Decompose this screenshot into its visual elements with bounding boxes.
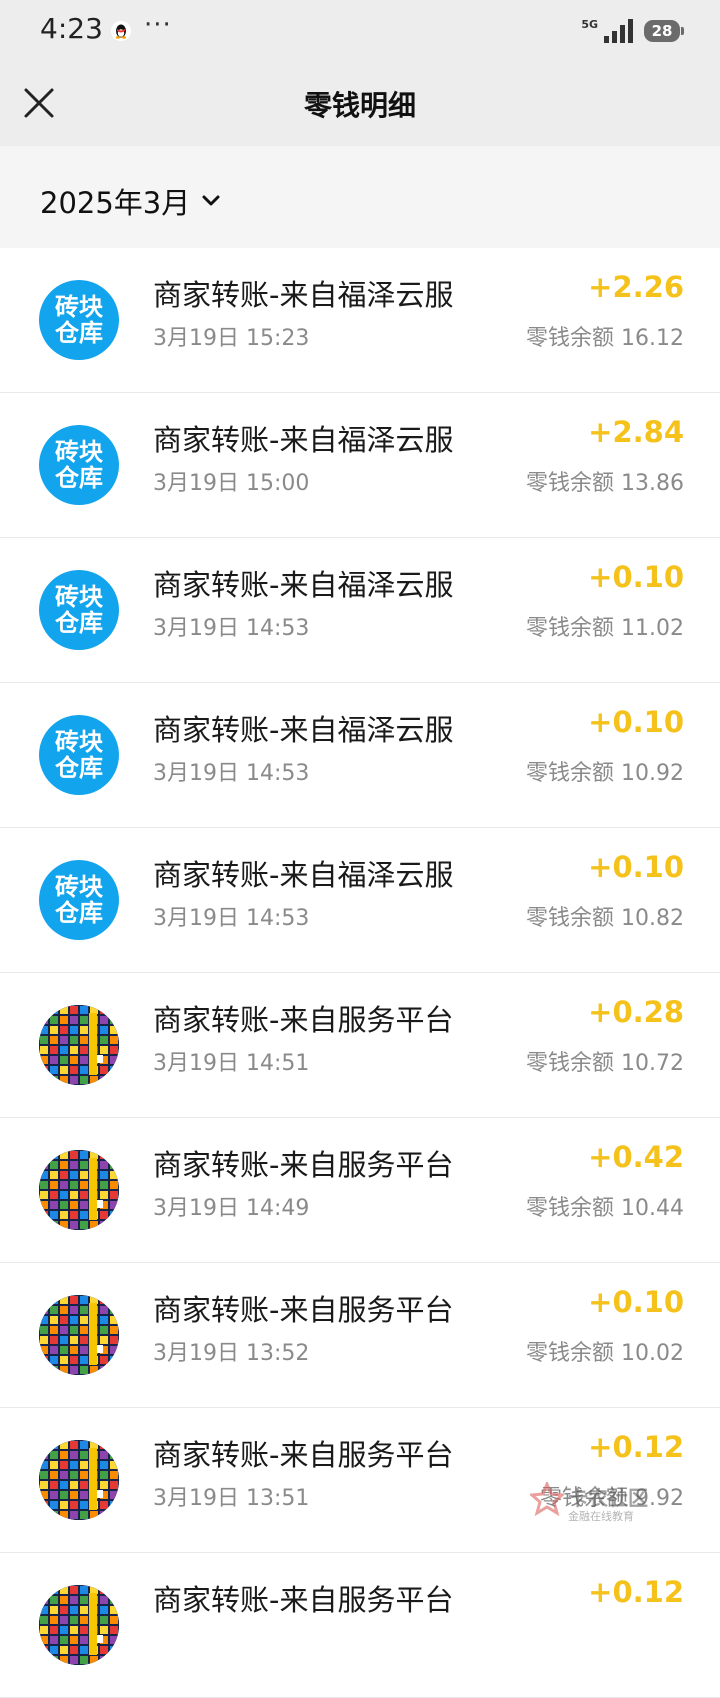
transaction-row[interactable]: 商家转账-来自服务平台 +0.12	[0, 1553, 720, 1698]
merchant-avatar-game	[39, 1295, 119, 1375]
transaction-time: 3月19日 13:52	[153, 1341, 310, 1366]
game-avatar-art	[39, 1585, 119, 1665]
transaction-amount: +0.10	[588, 560, 684, 594]
transaction-row[interactable]: 商家转账-来自服务平台 3月19日 14:49 +0.42 零钱余额 10.44	[0, 1118, 720, 1263]
more-notifications-indicator: ···	[144, 10, 172, 40]
avatar-text: 砖块	[55, 873, 103, 901]
merchant-avatar-brick: 砖块 仓库	[39, 860, 119, 940]
transaction-title: 商家转账-来自福泽云服	[153, 423, 454, 457]
watermark-subtitle: 金融在线教育	[568, 1510, 634, 1523]
transaction-title: 商家转账-来自服务平台	[153, 1003, 454, 1037]
merchant-avatar-game	[39, 1440, 119, 1520]
watermark-title: 卡农社区	[568, 1486, 648, 1510]
transaction-balance: 零钱余额 11.02	[526, 616, 684, 641]
transaction-title: 商家转账-来自福泽云服	[153, 568, 454, 602]
avatar-text: 仓库	[55, 464, 103, 492]
merchant-avatar-game	[39, 1005, 119, 1085]
transaction-time: 3月19日 13:51	[153, 1486, 310, 1511]
avatar-text: 仓库	[55, 899, 103, 927]
game-avatar-art	[39, 1440, 119, 1520]
transaction-title: 商家转账-来自服务平台	[153, 1583, 454, 1617]
transaction-row[interactable]: 商家转账-来自服务平台 3月19日 13:52 +0.10 零钱余额 10.02	[0, 1263, 720, 1408]
month-picker-button[interactable]: 2025年3月	[40, 180, 222, 222]
transaction-amount: +0.42	[588, 1140, 684, 1174]
merchant-avatar-brick: 砖块 仓库	[39, 425, 119, 505]
merchant-avatar-brick: 砖块 仓库	[39, 570, 119, 650]
watermark: 卡农社区 金融在线教育	[530, 1480, 680, 1530]
battery-icon: 28	[644, 20, 684, 42]
transaction-balance: 零钱余额 13.86	[526, 471, 684, 496]
transaction-amount: +0.12	[588, 1575, 684, 1609]
merchant-avatar-brick: 砖块 仓库	[39, 715, 119, 795]
transaction-time: 3月19日 14:53	[153, 761, 310, 786]
avatar-text: 砖块	[55, 728, 103, 756]
status-bar: 4:23 ··· 5G 28	[0, 0, 720, 60]
transaction-amount: +0.10	[588, 850, 684, 884]
transaction-row[interactable]: 砖块 仓库 商家转账-来自福泽云服 3月19日 14:53 +0.10 零钱余额 10.8…	[0, 828, 720, 973]
transaction-amount: +2.26	[588, 270, 684, 304]
avatar-text: 仓库	[55, 609, 103, 637]
transaction-time: 3月19日 15:00	[153, 471, 310, 496]
merchant-avatar-game	[39, 1150, 119, 1230]
avatar-text: 仓库	[55, 319, 103, 347]
avatar-text: 砖块	[55, 293, 103, 321]
transaction-row[interactable]: 砖块 仓库 商家转账-来自福泽云服 3月19日 14:53 +0.10 零钱余额 10.9…	[0, 683, 720, 828]
transaction-row[interactable]: 砖块 仓库 商家转账-来自福泽云服 3月19日 15:00 +2.84 零钱余额 13.8…	[0, 393, 720, 538]
transaction-row[interactable]: 砖块 仓库 商家转账-来自福泽云服 3月19日 15:23 +2.26 零钱余额 16.1…	[0, 248, 720, 393]
transaction-balance: 零钱余额 10.82	[526, 906, 684, 931]
status-indicators: 5G 28	[581, 17, 684, 44]
transaction-time: 3月19日 14:53	[153, 906, 310, 931]
transaction-time: 3月19日 14:51	[153, 1051, 310, 1076]
title-bar: 零钱明细	[0, 60, 720, 146]
transaction-row[interactable]: 砖块 仓库 商家转账-来自福泽云服 3月19日 14:53 +0.10 零钱余额 11.0…	[0, 538, 720, 683]
qq-notification-icon	[111, 21, 131, 41]
game-avatar-art	[39, 1295, 119, 1375]
transaction-amount: +0.10	[588, 705, 684, 739]
transaction-row[interactable]: 商家转账-来自服务平台 3月19日 14:51 +0.28 零钱余额 10.72	[0, 973, 720, 1118]
merchant-avatar-brick: 砖块 仓库	[39, 280, 119, 360]
transaction-title: 商家转账-来自服务平台	[153, 1293, 454, 1327]
month-label: 2025年3月	[40, 186, 191, 220]
transaction-title: 商家转账-来自福泽云服	[153, 858, 454, 892]
transaction-balance: 零钱余额 10.92	[526, 761, 684, 786]
transaction-amount: +0.28	[588, 995, 684, 1029]
status-time: 4:23	[40, 12, 103, 45]
transaction-time: 3月19日 14:49	[153, 1196, 310, 1221]
transaction-time: 3月19日 14:53	[153, 616, 310, 641]
transaction-balance: 零钱余额 10.72	[526, 1051, 684, 1076]
kanong-logo-icon	[530, 1482, 564, 1516]
transaction-amount: +2.84	[588, 415, 684, 449]
game-avatar-art	[39, 1150, 119, 1230]
transaction-balance: 零钱余额 16.12	[526, 326, 684, 351]
month-filter-bar: 2025年3月	[0, 146, 720, 248]
avatar-text: 仓库	[55, 754, 103, 782]
avatar-text: 砖块	[55, 583, 103, 611]
transaction-title: 商家转账-来自福泽云服	[153, 713, 454, 747]
transaction-amount: +0.10	[588, 1285, 684, 1319]
transaction-balance: 零钱余额 10.44	[526, 1196, 684, 1221]
transaction-title: 商家转账-来自服务平台	[153, 1148, 454, 1182]
transaction-title: 商家转账-来自福泽云服	[153, 278, 454, 312]
chevron-down-icon	[202, 195, 220, 206]
signal-icon	[604, 19, 633, 43]
transaction-title: 商家转账-来自服务平台	[153, 1438, 454, 1472]
page-title: 零钱明细	[303, 89, 416, 122]
transaction-amount: +0.12	[588, 1430, 684, 1464]
transaction-time: 3月19日 15:23	[153, 326, 310, 351]
avatar-text: 砖块	[55, 438, 103, 466]
game-avatar-art	[39, 1005, 119, 1085]
transaction-balance: 零钱余额 10.02	[526, 1341, 684, 1366]
merchant-avatar-game	[39, 1585, 119, 1665]
network-type: 5G	[581, 17, 598, 31]
